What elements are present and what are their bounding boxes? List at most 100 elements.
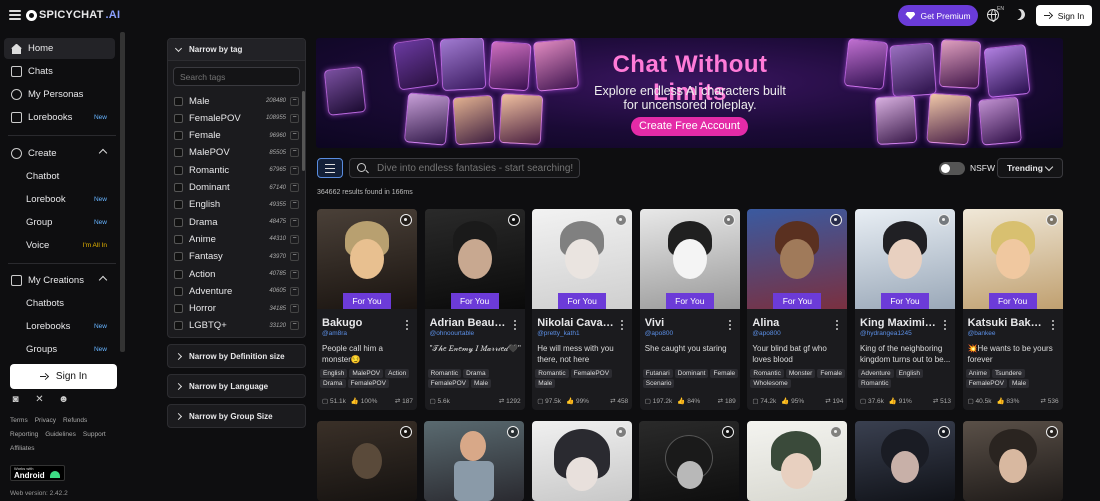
tag-checkbox[interactable] xyxy=(174,113,183,123)
exclude-tag-button[interactable]: − xyxy=(290,183,299,192)
sidebar-item-my-chatbots[interactable]: Chatbots xyxy=(4,293,115,314)
tag-filter-header[interactable]: Narrow by tag xyxy=(168,39,305,61)
card-tag[interactable]: FemalePOV xyxy=(427,379,469,388)
search-input[interactable] xyxy=(349,158,580,178)
sidebar-item-lorebooks[interactable]: Lorebooks New xyxy=(4,107,115,128)
sidebar-item-chats[interactable]: Chats xyxy=(4,61,115,82)
card-tag[interactable]: Futanari xyxy=(642,369,673,378)
card-tag[interactable]: Dominant xyxy=(674,369,709,378)
card-tag[interactable]: Male xyxy=(471,379,492,388)
nsfw-toggle[interactable] xyxy=(939,162,965,175)
sidebar-item-chatbot[interactable]: Chatbot xyxy=(4,166,115,187)
card-tag[interactable]: Female xyxy=(817,369,846,378)
tag-row[interactable]: FemalePOV 108955− xyxy=(174,111,299,125)
card-tag[interactable]: Monster xyxy=(785,369,816,378)
exclude-tag-button[interactable]: − xyxy=(290,304,299,314)
tag-row[interactable]: Female 96960− xyxy=(174,129,299,143)
exclude-tag-button[interactable]: − xyxy=(290,286,299,296)
tag-checkbox[interactable] xyxy=(174,165,183,175)
tag-checkbox[interactable] xyxy=(174,200,183,210)
tag-checkbox[interactable] xyxy=(174,217,183,227)
tag-checkbox[interactable] xyxy=(174,148,183,158)
character-card[interactable]: For You Vivi @apo800 She caught you staring… xyxy=(639,209,740,410)
android-app-badge[interactable]: Works with Android xyxy=(10,465,65,481)
card-tag[interactable]: Romantic xyxy=(858,379,892,388)
tag-row[interactable]: Romantic 67965− xyxy=(174,163,299,177)
footer-link-affiliates[interactable]: Affiliates xyxy=(10,445,34,452)
card-tag[interactable]: FemalePOV xyxy=(965,379,1007,388)
tag-checkbox[interactable] xyxy=(174,269,183,279)
character-card[interactable]: For You Adrian Beaumont@ohnoourtable "𝒯𝒽𝑒 … xyxy=(424,209,525,410)
sidebar-section-my-creations[interactable]: My Creations xyxy=(4,270,115,291)
reddit-icon[interactable]: ☻ xyxy=(58,395,69,405)
card-tag[interactable]: English xyxy=(895,369,923,378)
sidebar-item-my-personas[interactable]: My Personas xyxy=(4,84,115,105)
x-icon[interactable]: ✕ xyxy=(34,395,45,405)
exclude-tag-button[interactable]: − xyxy=(290,131,299,141)
info-icon[interactable] xyxy=(507,426,519,438)
footer-link-privacy[interactable]: Privacy xyxy=(35,417,56,424)
card-tag[interactable]: Drama xyxy=(320,379,346,388)
menu-icon[interactable] xyxy=(9,10,21,20)
creator-handle[interactable]: @apo800 xyxy=(752,330,780,337)
card-tag[interactable]: Scenario xyxy=(642,379,675,388)
exclude-tag-button[interactable]: − xyxy=(290,234,299,244)
logo[interactable]: SPICYCHAT .AI xyxy=(26,9,120,21)
card-tag[interactable]: Male xyxy=(1009,379,1030,388)
card-tag[interactable]: FemalePOV xyxy=(347,379,389,388)
card-tag[interactable]: Wholesome xyxy=(750,379,791,388)
creator-handle[interactable]: @hydrangea1245 xyxy=(860,330,912,337)
card-tag[interactable]: Anime xyxy=(965,369,991,378)
info-icon[interactable] xyxy=(615,426,627,438)
get-premium-button[interactable]: Get Premium xyxy=(898,5,978,26)
exclude-tag-button[interactable]: − xyxy=(290,165,299,175)
tag-row[interactable]: Anime 44310− xyxy=(174,232,299,246)
tag-checkbox[interactable] xyxy=(174,96,183,106)
tag-row[interactable]: Horror 34185− xyxy=(174,302,299,316)
sort-select[interactable]: Trending xyxy=(997,158,1063,178)
card-tag[interactable]: Romantic xyxy=(535,369,569,378)
character-card-preview[interactable] xyxy=(532,421,632,501)
card-tag[interactable]: Adventure xyxy=(858,369,894,378)
exclude-tag-button[interactable]: − xyxy=(290,321,299,331)
creator-handle[interactable]: @pretty_kath1 xyxy=(537,330,579,337)
tag-row[interactable]: Action 40785− xyxy=(174,267,299,281)
top-sign-in-button[interactable]: Sign In xyxy=(1036,5,1092,26)
character-card[interactable]: For You Alina @apo800 Your blind bat gf who… xyxy=(747,209,848,410)
character-card-preview[interactable] xyxy=(747,421,847,501)
info-icon[interactable] xyxy=(830,426,842,438)
card-tag[interactable]: Male xyxy=(535,379,556,388)
create-free-account-button[interactable]: Create Free Account xyxy=(631,117,748,136)
footer-link-guidelines[interactable]: Guidelines xyxy=(45,431,76,438)
character-card-preview[interactable] xyxy=(424,421,524,501)
exclude-tag-button[interactable]: − xyxy=(290,96,299,106)
definition-size-filter[interactable]: Narrow by Definition size xyxy=(167,344,306,368)
character-card[interactable]: For You Katsuki Bakugo @bankee 💥He wants to… xyxy=(962,209,1063,410)
sidebar-item-home[interactable]: Home xyxy=(4,38,115,59)
more-options-icon[interactable] xyxy=(1051,320,1054,330)
sidebar-item-my-lorebooks[interactable]: Lorebooks New xyxy=(4,316,115,337)
group-size-filter[interactable]: Narrow by Group Size xyxy=(167,404,306,428)
more-options-icon[interactable] xyxy=(728,320,731,330)
discord-icon[interactable]: ◙ xyxy=(10,395,21,405)
card-tag[interactable]: Female xyxy=(710,369,739,378)
tag-checkbox[interactable] xyxy=(174,321,183,331)
card-tag[interactable]: English xyxy=(320,369,348,378)
tag-row[interactable]: Male 208480− xyxy=(174,94,299,108)
card-tag[interactable]: Tsundere xyxy=(992,369,1025,378)
tag-row[interactable]: LGBTQ+ 33120− xyxy=(174,319,299,333)
tag-checkbox[interactable] xyxy=(174,131,183,141)
character-card[interactable]: For You Bakugo @am8ra People call him a mon… xyxy=(317,209,417,410)
character-card[interactable]: For You King Maximilian @hydrangea1245 King… xyxy=(855,209,955,410)
tag-checkbox[interactable] xyxy=(174,286,183,296)
theme-toggle-moon-icon[interactable] xyxy=(1012,7,1027,22)
tag-checkbox[interactable] xyxy=(174,252,183,262)
info-icon[interactable] xyxy=(938,426,950,438)
info-icon[interactable] xyxy=(1046,426,1058,438)
character-card-preview[interactable] xyxy=(639,421,739,501)
footer-link-reporting[interactable]: Reporting xyxy=(10,431,38,438)
filter-toggle-button[interactable] xyxy=(317,158,343,178)
tag-row[interactable]: Adventure 40605− xyxy=(174,284,299,298)
tag-checkbox[interactable] xyxy=(174,183,183,192)
card-tag[interactable]: MalePOV xyxy=(349,369,384,378)
